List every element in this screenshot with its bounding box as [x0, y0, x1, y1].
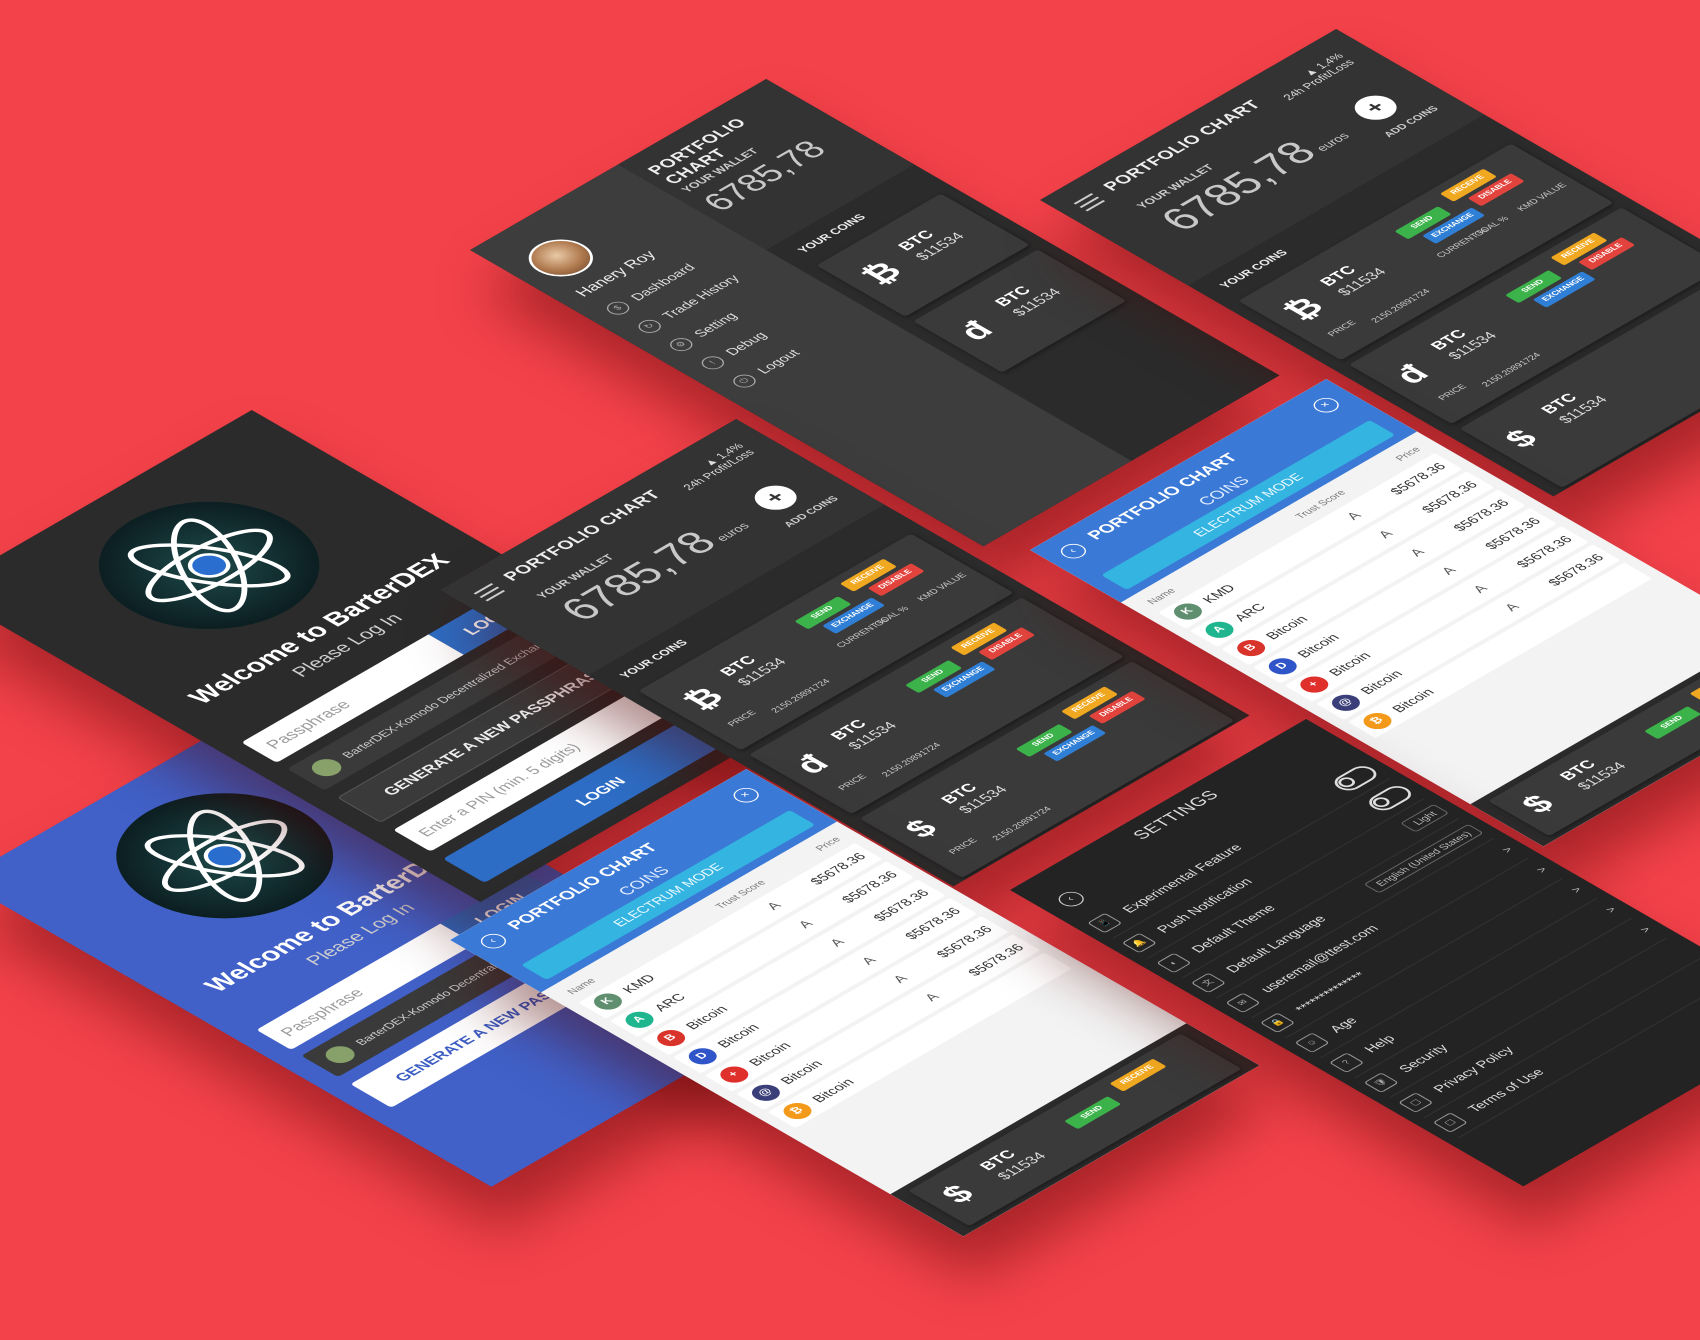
coin-icon: đ — [786, 749, 838, 780]
price-label: PRICE — [946, 836, 980, 856]
settings-icon: 📱 — [1087, 912, 1123, 934]
price-value: 2150.20891724 — [1479, 351, 1544, 389]
kmd-value-label: KMD VALUE — [914, 571, 969, 603]
settings-icon: 🛡 — [1363, 1072, 1399, 1093]
coin-icon: $ — [1497, 424, 1547, 454]
coin-icon: @ — [1326, 691, 1366, 715]
coin-icon: đ — [1386, 359, 1438, 390]
profit-loss: ▲ 1,4% 24h Profit/Loss — [1281, 51, 1358, 103]
coin-icon: $ — [933, 1180, 983, 1209]
debug-icon: ! — [697, 353, 729, 372]
atom-icon — [127, 518, 291, 613]
wallet-unit: euros — [1313, 131, 1353, 154]
coin-icon: $ — [1513, 790, 1563, 819]
logout-icon: ⏻ — [728, 371, 761, 391]
coin-card[interactable]: $ BTC $11534 SEND RECEIVE — [908, 1033, 1242, 1227]
wallet-unit: euros — [713, 521, 753, 544]
coin-icon: ₿ — [1357, 709, 1398, 733]
price-value: 2150.20891724 — [1368, 287, 1433, 325]
coin-icon: D — [1262, 654, 1303, 678]
history-icon: ↻ — [633, 317, 666, 336]
price-value: 2150.20891724 — [768, 677, 833, 715]
coin-icon: A — [1199, 618, 1240, 642]
dollar-icon: $ — [602, 299, 634, 318]
coin-icon: B — [1231, 636, 1271, 660]
menu-item-label: Logout — [753, 347, 804, 376]
coin-icon: K — [1168, 600, 1208, 623]
coin-icon: đ — [950, 316, 1002, 346]
price-label: PRICE — [835, 772, 869, 792]
coin-icon: D — [682, 1044, 723, 1068]
gear-icon: ⚙ — [665, 335, 698, 354]
settings-icon: ▢ — [1397, 1092, 1434, 1113]
settings-icon: ☺ — [1294, 1032, 1330, 1054]
receive-button[interactable]: RECEIVE — [1689, 668, 1700, 702]
coin-card[interactable]: $ BTC $11534 SEND RECEIVE — [1488, 643, 1700, 837]
price-value: 2150.20891724 — [879, 741, 944, 779]
coin-icon: ₿ — [777, 1099, 818, 1123]
settings-icon: 🔒 — [1259, 1012, 1296, 1034]
menu-icon[interactable] — [473, 583, 510, 604]
add-coins-button[interactable]: + — [1346, 90, 1406, 125]
settings-icon: ? — [1328, 1052, 1365, 1073]
price-label: PRICE — [1325, 318, 1359, 338]
price-label: PRICE — [725, 708, 759, 728]
komodo-icon — [305, 755, 348, 780]
bitcoin-icon: ₿ — [675, 682, 733, 716]
settings-icon: ✉ — [1225, 992, 1261, 1014]
settings-icon: ◐ — [1156, 952, 1192, 974]
price-value: 2150.20891724 — [989, 805, 1054, 842]
add-coins-button[interactable]: + — [746, 480, 806, 515]
close-icon[interactable]: × — [1308, 394, 1344, 416]
settings-icon: 🔔 — [1121, 932, 1158, 954]
profit-loss: ▲ 1,4% 24h Profit/Loss — [681, 441, 758, 493]
coin-icon: + — [714, 1063, 755, 1086]
bottom-coin-card: $ BTC $11534 SEND RECEIVE — [1470, 633, 1700, 847]
kmd-value-label: KMD VALUE — [1514, 181, 1569, 213]
receive-button[interactable]: RECEIVE — [1109, 1058, 1167, 1092]
coin-icon: B — [651, 1026, 691, 1050]
close-icon[interactable]: × — [728, 784, 764, 806]
send-button[interactable]: SEND — [1644, 706, 1700, 740]
coin-icon: A — [619, 1008, 660, 1032]
coin-icon: @ — [746, 1081, 786, 1105]
price-label: PRICE — [1435, 382, 1469, 402]
komodo-icon — [319, 1042, 361, 1067]
bitcoin-icon: ₿ — [1275, 292, 1333, 326]
back-icon[interactable]: ‹ — [1055, 540, 1092, 562]
bitcoin-icon: ₿ — [854, 257, 911, 290]
coin-icon: $ — [897, 814, 947, 844]
coin-icon: + — [1294, 673, 1335, 696]
bottom-coin-card: $ BTC $11534 SEND RECEIVE — [890, 1023, 1260, 1237]
menu-item-label: Setting — [690, 310, 741, 340]
coin-icon: K — [588, 990, 628, 1013]
back-icon[interactable]: ‹ — [475, 930, 512, 952]
settings-icon: 文 — [1190, 972, 1227, 994]
send-button[interactable]: SEND — [1064, 1096, 1122, 1130]
menu-icon[interactable] — [1073, 193, 1110, 214]
settings-icon: ▢ — [1432, 1112, 1469, 1133]
menu-item-label: Debug — [721, 329, 771, 358]
